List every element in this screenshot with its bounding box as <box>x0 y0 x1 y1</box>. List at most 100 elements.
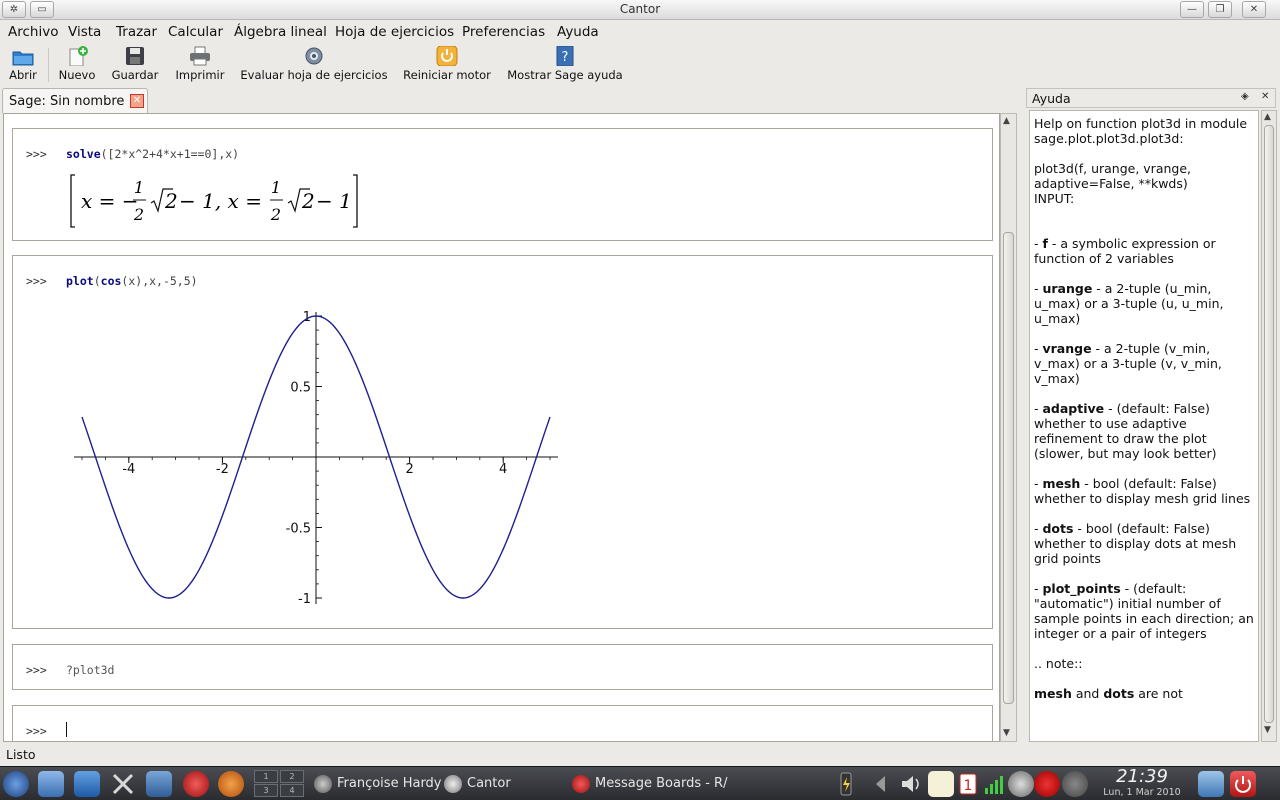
close-tab-icon[interactable]: ✕ <box>130 94 144 108</box>
notification-icon[interactable]: 1 <box>956 771 982 797</box>
help-param-dots: - dots - bool (default: False) whether t… <box>1034 521 1237 566</box>
window-titlebar: ✲ ▭ Cantor — ❐ ✕ <box>0 0 1280 20</box>
menu-vista[interactable]: Vista <box>68 24 101 40</box>
entry-command[interactable]: ?plot3d <box>66 663 114 677</box>
close-window-icon[interactable]: ✕ <box>1242 1 1266 18</box>
worksheet-entry-solve[interactable]: >>> solve([2*x^2+4*x+1==0],x) x = − 1 2 … <box>12 128 993 241</box>
desktop-4[interactable]: 4 <box>280 784 304 797</box>
network-signal-icon[interactable] <box>982 771 1008 797</box>
menu-trazar[interactable]: Trazar <box>116 24 157 40</box>
kde-launcher-icon[interactable] <box>3 771 29 797</box>
math-lhs: x = − <box>81 189 139 213</box>
volume-icon[interactable] <box>898 771 924 797</box>
entry-prompt: >>> <box>26 663 47 677</box>
close-panel-icon[interactable]: ✕ <box>1261 91 1269 102</box>
power-icon[interactable] <box>1230 771 1256 797</box>
help-scrollbar[interactable]: ▲ ▼ <box>1261 110 1277 742</box>
tab-label: Sage: Sin nombre <box>9 94 125 109</box>
scroll-down-icon[interactable]: ▼ <box>1003 728 1010 738</box>
y-tick-label: -0.5 <box>286 522 311 537</box>
save-button[interactable]: Guardar <box>110 46 160 82</box>
clock[interactable]: 21:39 Lun, 1 Mar 2010 <box>1098 767 1186 799</box>
help-param-mesh: - mesh - bool (default: False) whether t… <box>1034 476 1251 506</box>
menu-algebra-lineal[interactable]: Álgebra lineal <box>234 24 327 40</box>
math-sqrt-arg-1: 2 <box>164 189 178 213</box>
file-manager-icon[interactable] <box>38 771 64 797</box>
stop-icon[interactable] <box>1034 771 1060 797</box>
help-signature: plot3d(f, urange, vrange, adaptive=False… <box>1034 161 1192 191</box>
worksheet-entry-help[interactable]: >>> ?plot3d <box>12 644 993 690</box>
scroll-up-icon[interactable]: ▲ <box>1003 116 1010 126</box>
lock-screen-icon[interactable] <box>1198 771 1224 797</box>
math-half-den-1: 2 <box>133 205 144 224</box>
printer-icon <box>188 46 212 66</box>
menu-archivo[interactable]: Archivo <box>8 24 58 40</box>
scroll-down-icon[interactable]: ▼ <box>1264 725 1271 735</box>
math-half-den-2: 2 <box>270 205 281 224</box>
help-intro: Help on function plot3d in module sage.p… <box>1034 116 1248 146</box>
gear-icon <box>444 774 462 793</box>
power-management-icon[interactable] <box>838 771 854 797</box>
task-francoise-hardy[interactable]: Françoise Hardy <box>314 771 442 797</box>
menu-ayuda[interactable]: Ayuda <box>557 24 599 40</box>
folder-open-icon <box>11 46 35 66</box>
tab-sage-sin-nombre[interactable]: Sage: Sin nombre ✕ <box>2 88 148 113</box>
show-sage-help-button[interactable]: ? Mostrar Sage ayuda <box>506 45 624 82</box>
worksheet-entry-plot[interactable]: >>> plot(cos(x),x,-5,5) -4 -2 2 4 -1 -0.5 0.5 1 <box>12 255 993 629</box>
opera-icon[interactable] <box>183 771 209 797</box>
math-mid: − 1, x = <box>179 189 262 213</box>
restart-engine-button[interactable]: Reiniciar motor <box>402 45 492 82</box>
task-cantor[interactable]: Cantor <box>444 771 511 797</box>
info-icon[interactable] <box>1062 771 1088 797</box>
desktop-3[interactable]: 3 <box>254 784 278 797</box>
worksheet-scrollbar[interactable]: ▲ ▼ <box>1000 113 1017 742</box>
math-tail: − 1 <box>316 189 352 213</box>
firefox-icon[interactable] <box>218 771 244 797</box>
solve-keyword: solve <box>66 147 101 161</box>
scrollbar-thumb[interactable] <box>1003 232 1014 704</box>
menu-calcular[interactable]: Calcular <box>168 24 223 40</box>
virtual-desktop-pager[interactable]: 1 2 3 4 <box>254 770 304 798</box>
maximize-icon[interactable]: ❐ <box>1208 1 1232 18</box>
help-param-urange: - urange - a 2-tuple (u_min, u_max) or a… <box>1034 281 1224 326</box>
worksheet-entry-input[interactable]: >>> <box>12 705 993 741</box>
terminal-icon[interactable] <box>146 771 172 797</box>
svg-text:?: ? <box>562 50 569 65</box>
entry-command[interactable]: solve([2*x^2+4*x+1==0],x) <box>66 147 239 161</box>
math-half-num-1: 1 <box>134 178 144 197</box>
help-last-line: mesh and dots are not <box>1034 686 1183 701</box>
solve-result: x = − 1 2 2 − 1, x = 1 2 2 − 1 <box>69 173 369 236</box>
scroll-up-icon[interactable]: ▲ <box>1264 112 1271 122</box>
scrollbar-thumb[interactable] <box>1264 125 1274 723</box>
float-panel-icon[interactable]: ◈ <box>1241 91 1249 102</box>
save-icon <box>123 46 147 66</box>
new-button[interactable]: Nuevo <box>57 46 97 82</box>
restart-icon <box>435 45 459 67</box>
status-text: Listo <box>6 747 36 762</box>
evaluate-worksheet-button[interactable]: Evaluar hoja de ejercicios <box>240 46 388 82</box>
mail-icon[interactable] <box>74 771 100 797</box>
clock-time: 21:39 <box>1116 766 1168 787</box>
tools-icon[interactable] <box>110 771 136 797</box>
toolbar-separator <box>48 48 49 82</box>
menu-preferencias[interactable]: Preferencias <box>462 24 545 40</box>
menu-hoja-de-ejercicios[interactable]: Hoja de ejercicios <box>335 24 454 40</box>
opera-icon <box>572 774 590 793</box>
music-player-icon <box>314 774 332 793</box>
print-button[interactable]: Imprimir <box>174 46 226 82</box>
entry-command[interactable]: plot(cos(x),x,-5,5) <box>66 274 198 288</box>
back-arrow-icon[interactable] <box>868 771 894 797</box>
minimize-icon[interactable]: — <box>1180 1 1204 18</box>
svg-text:1: 1 <box>964 778 973 794</box>
task-message-boards[interactable]: Message Boards - R/ <box>572 771 727 797</box>
x-tick-label: 4 <box>499 462 507 477</box>
clipboard-icon[interactable] <box>928 771 954 797</box>
updates-icon[interactable] <box>1008 771 1034 797</box>
open-button[interactable]: Abrir <box>6 46 40 82</box>
desktop-1[interactable]: 1 <box>254 770 278 783</box>
desktop-2[interactable]: 2 <box>280 770 304 783</box>
math-sqrt-arg-2: 2 <box>301 189 315 213</box>
window-title: Cantor <box>619 2 661 16</box>
worksheet[interactable]: >>> solve([2*x^2+4*x+1==0],x) x = − 1 2 … <box>3 113 1000 742</box>
help-param-vrange: - vrange - a 2-tuple (v_min, v_max) or a… <box>1034 341 1222 386</box>
